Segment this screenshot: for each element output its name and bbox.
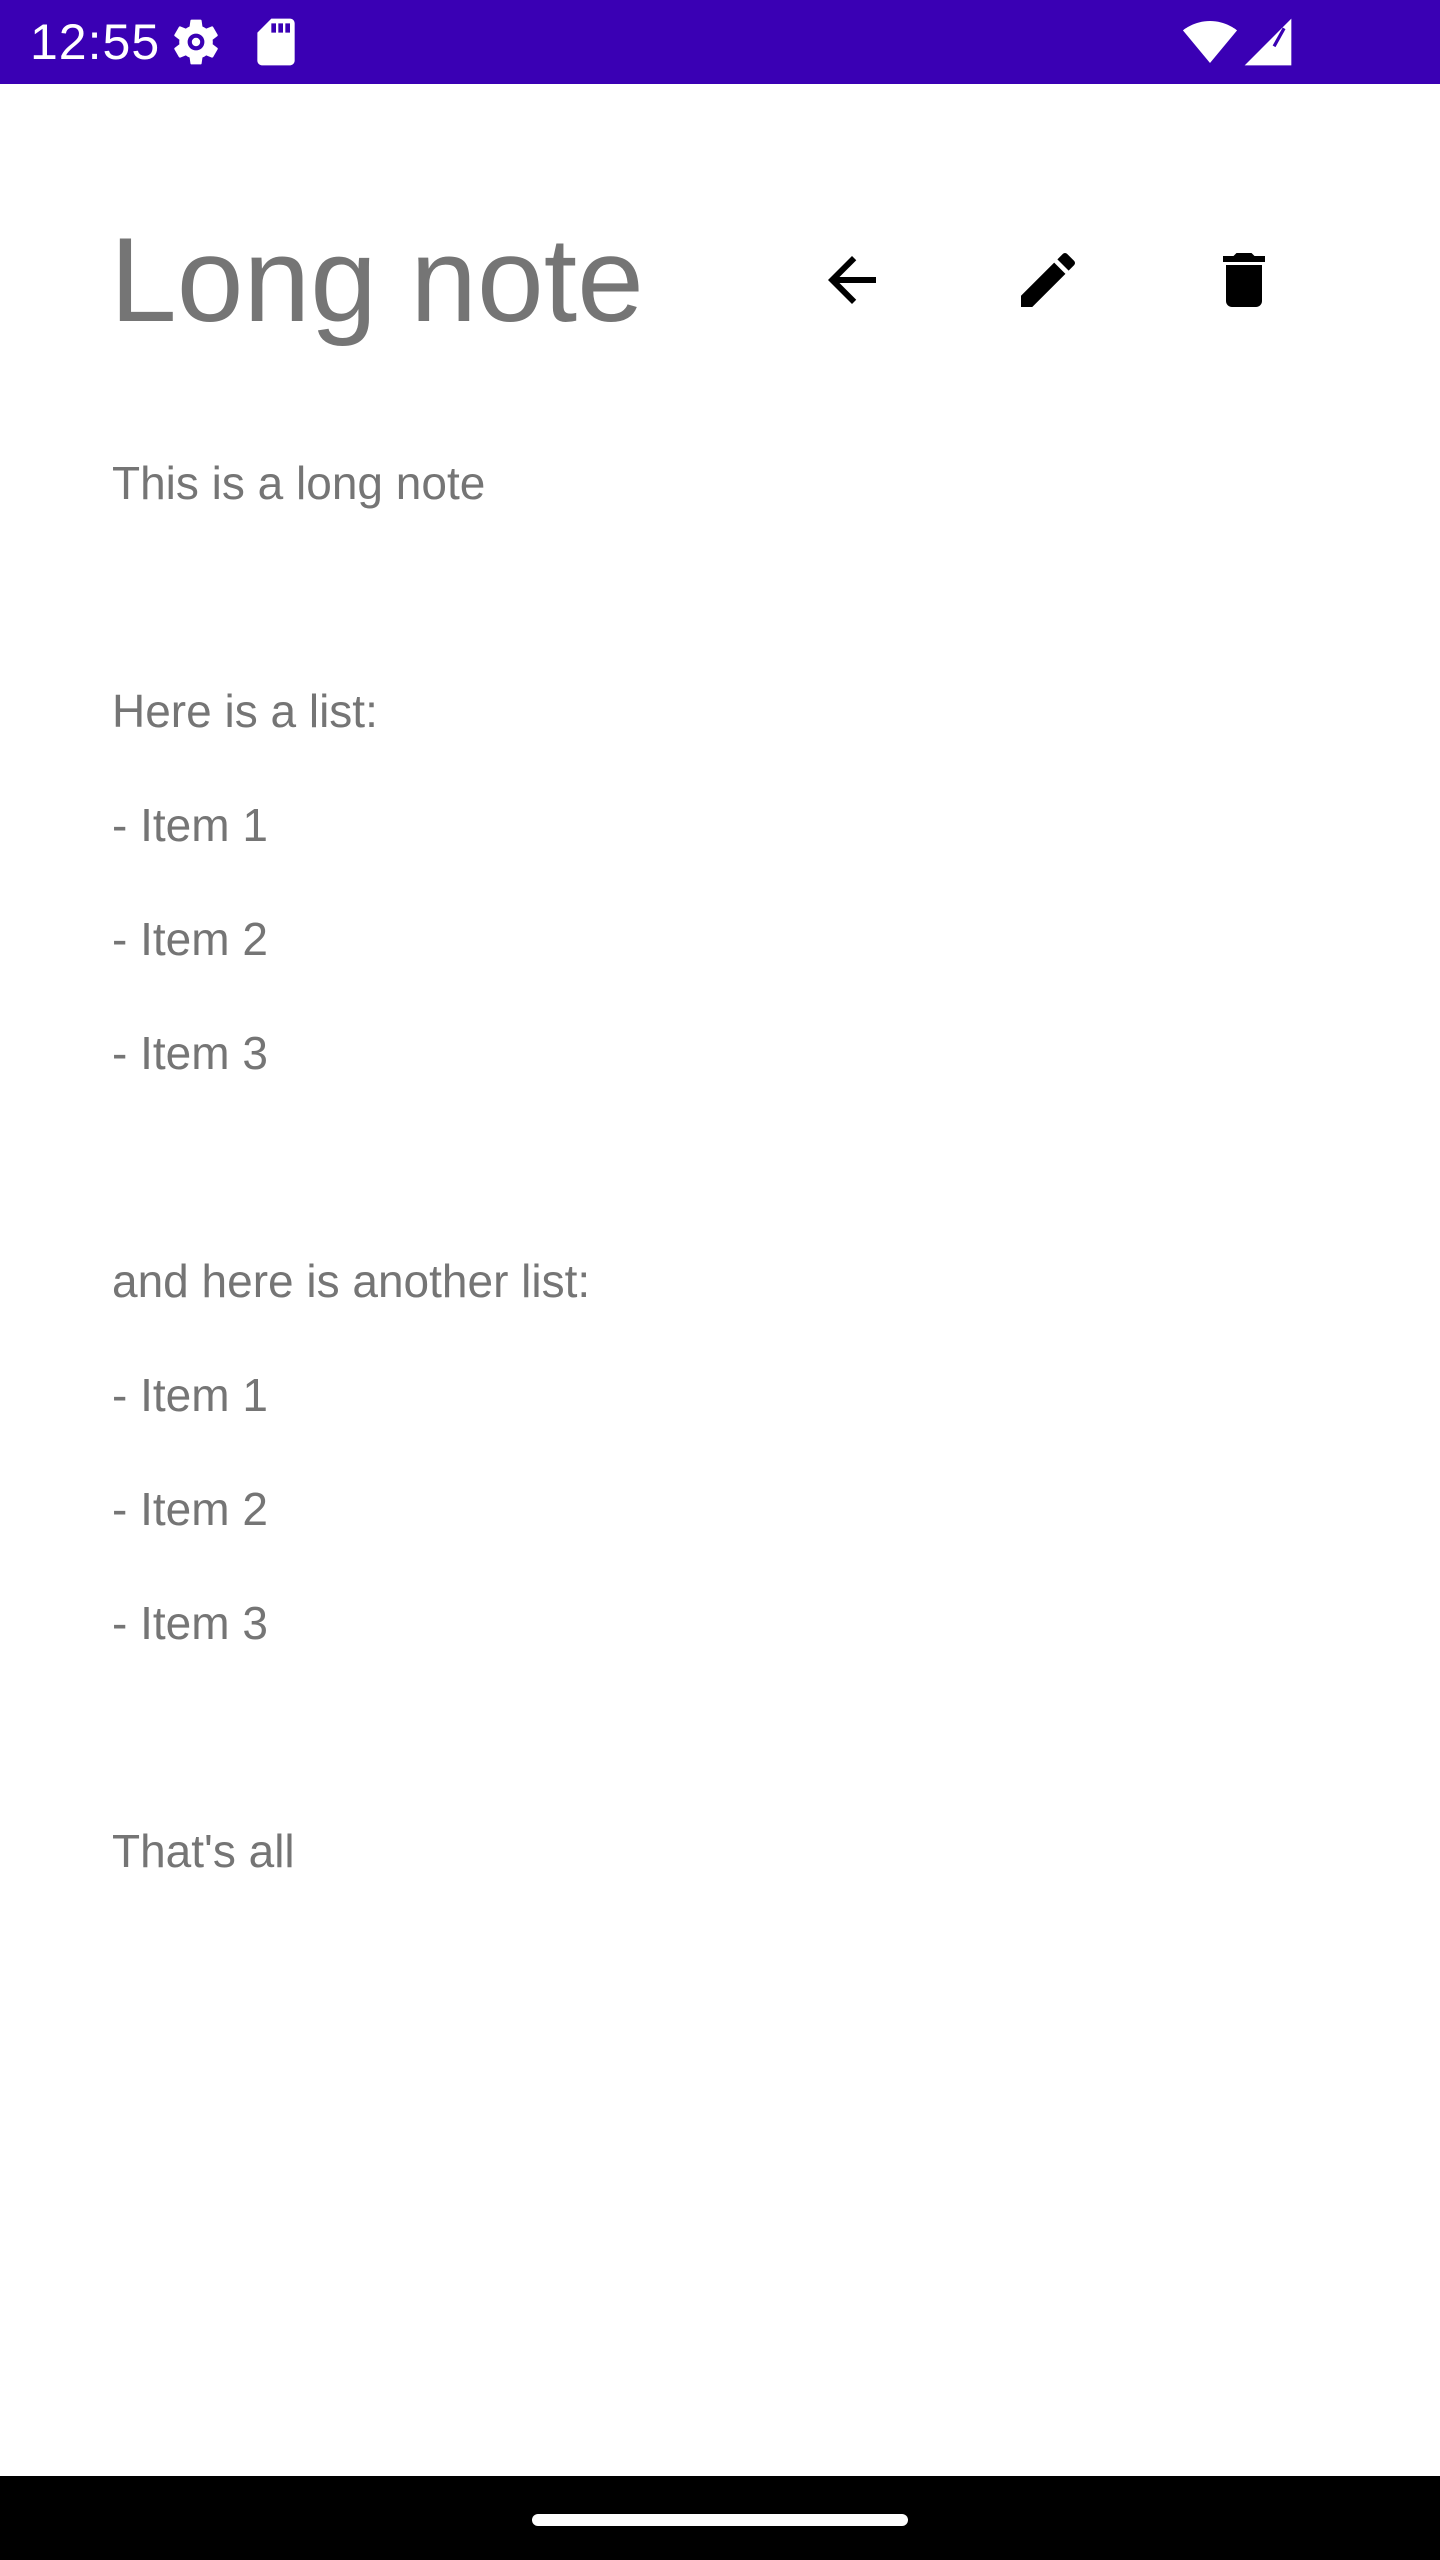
note-line-blank (112, 1139, 1332, 1196)
navigation-bar (0, 2476, 1440, 2560)
list-item: - Item 2 (112, 913, 268, 965)
signal-icon (1240, 14, 1296, 70)
home-gesture-handle[interactable] (532, 2514, 908, 2526)
list-item: - Item 1 (112, 799, 268, 851)
trash-icon (1208, 244, 1280, 316)
pencil-icon (1012, 244, 1084, 316)
note-line: Here is a list: (112, 685, 378, 737)
note-line: That's all (112, 1825, 295, 1877)
sd-card-icon (248, 14, 304, 70)
list-item: - Item 2 (112, 1483, 268, 1535)
note-title: Long note (110, 213, 644, 347)
note-line-blank (112, 1709, 1332, 1766)
arrow-back-icon (816, 244, 888, 316)
note-line: This is a long note (112, 457, 486, 509)
note-detail-screen: 12:55 Long note This is a long note Here… (0, 0, 1440, 2560)
note-line-blank (112, 569, 1332, 626)
status-time: 12:55 (30, 14, 161, 70)
note-line: and here is another list: (112, 1255, 591, 1307)
back-button[interactable] (802, 230, 902, 330)
status-bar: 12:55 (0, 0, 1440, 84)
delete-button[interactable] (1194, 230, 1294, 330)
gear-icon (168, 14, 224, 70)
note-body: This is a long note Here is a list: - It… (112, 398, 1332, 1937)
list-item: - Item 1 (112, 1369, 268, 1421)
list-item: - Item 3 (112, 1597, 268, 1649)
wifi-icon (1182, 14, 1238, 70)
edit-button[interactable] (998, 230, 1098, 330)
list-item: - Item 3 (112, 1027, 268, 1079)
